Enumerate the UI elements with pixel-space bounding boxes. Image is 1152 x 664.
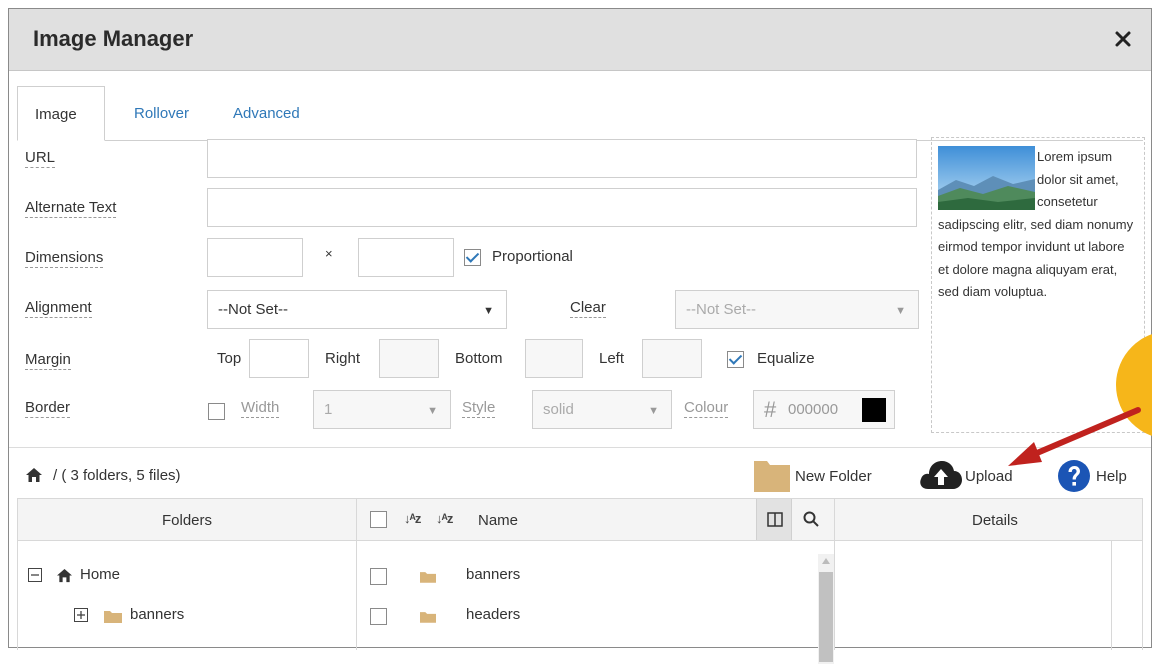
annotation-arrow — [1008, 407, 1141, 466]
tab-image-label: Image — [35, 106, 77, 123]
tab-image[interactable]: Image — [17, 86, 105, 141]
annotation-overlay — [1008, 334, 1152, 466]
annotation-circle — [1116, 334, 1152, 436]
